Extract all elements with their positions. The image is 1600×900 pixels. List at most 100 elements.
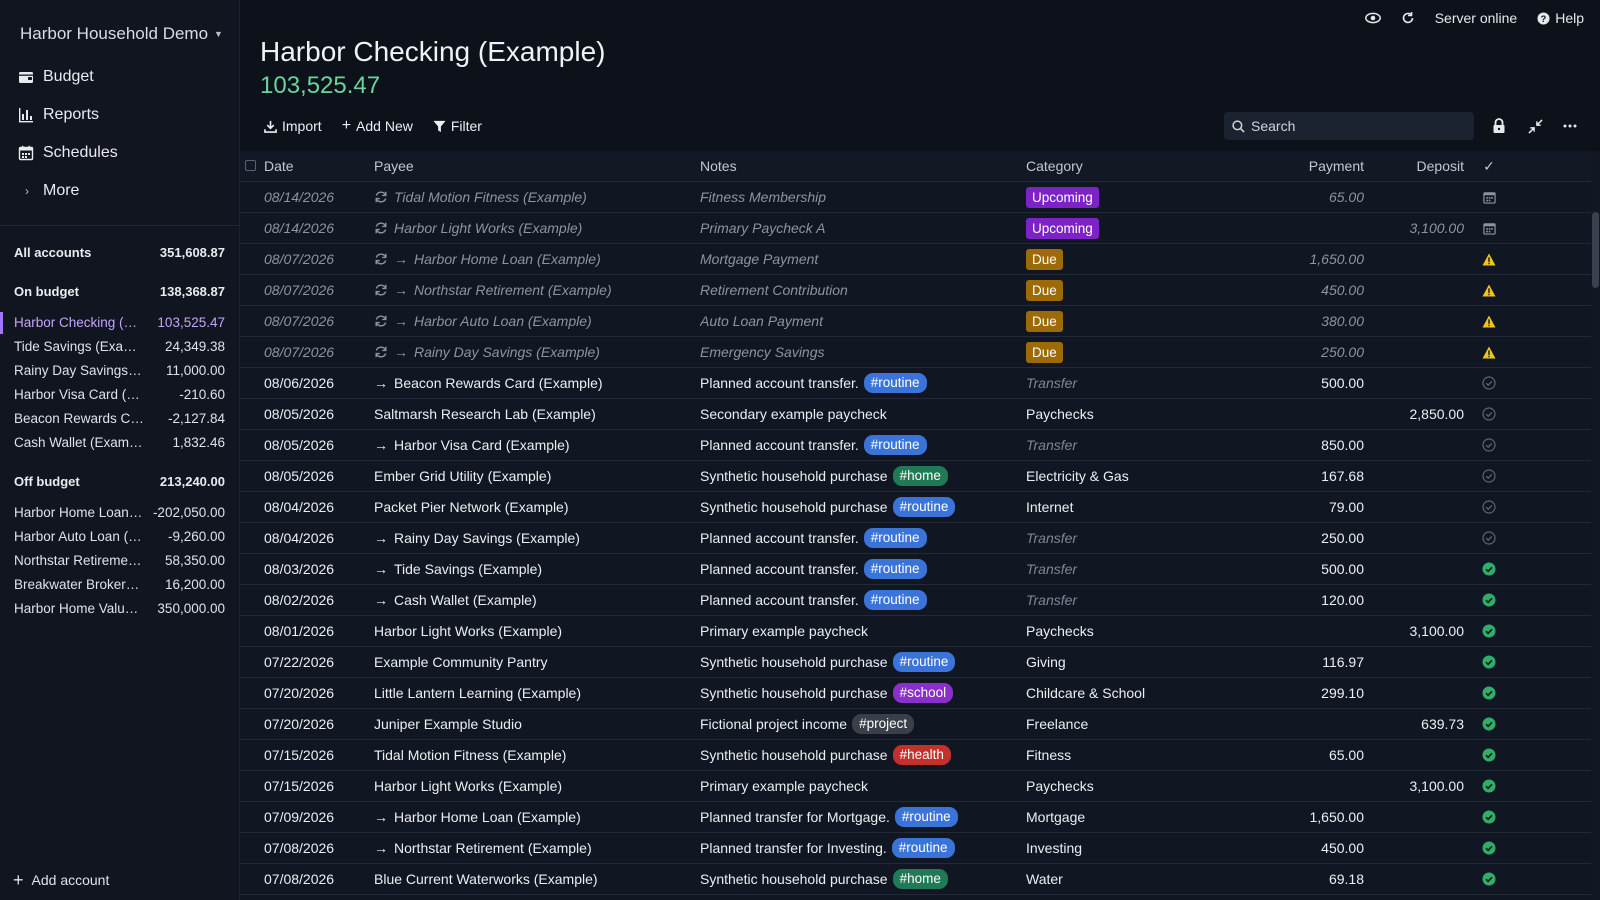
payee-cell[interactable]: Ember Grid Utility (Example) [374,468,700,484]
category-cell[interactable]: Due [1026,310,1226,332]
category-cell[interactable]: Due [1026,341,1226,363]
add-new-button[interactable]: + Add New [342,118,413,135]
category-cell[interactable]: Internet [1026,499,1226,515]
nav-reports[interactable]: Reports [18,106,99,124]
col-date[interactable]: Date [264,158,374,174]
payment-cell[interactable]: 69.18 [1226,871,1364,887]
tag-badge[interactable]: #routine [863,559,927,579]
cleared-cell[interactable] [1464,655,1514,669]
cleared-cell[interactable] [1464,500,1514,514]
table-row[interactable]: 08/02/2026 → Cash Wallet (Example) Planned … [240,585,1591,616]
date-cell[interactable]: 07/20/2026 [264,716,374,732]
table-row[interactable]: 07/20/2026 Juniper Example Studio Fictiona… [240,709,1591,740]
search-input[interactable] [1251,118,1461,134]
tag-badge[interactable]: #project [852,714,915,734]
deposit-cell[interactable]: 3,100.00 [1364,220,1465,236]
cleared-cell[interactable] [1464,407,1514,421]
payee-cell[interactable]: Harbor Light Works (Example) [374,220,700,236]
date-cell[interactable]: 08/14/2026 [264,189,374,205]
cleared-cell[interactable] [1464,717,1514,731]
notes-cell[interactable]: Emergency Savings [700,344,1026,360]
cleared-cell[interactable] [1464,531,1514,545]
notes-cell[interactable]: Auto Loan Payment [700,313,1026,329]
notes-cell[interactable]: Synthetic household purchase #home [700,869,1026,889]
account-rainy-day-savings[interactable]: Rainy Day Savings (Example) 11,000.00 [14,363,225,378]
privacy-toggle-button[interactable] [1364,12,1381,24]
table-row[interactable]: 08/05/2026 → Harbor Visa Card (Example) Pla… [240,430,1591,461]
nav-schedules[interactable]: Schedules [18,144,118,162]
deposit-cell[interactable]: 3,100.00 [1364,778,1465,794]
cleared-cell[interactable] [1464,284,1514,297]
date-cell[interactable]: 07/15/2026 [264,778,374,794]
collapse-button[interactable] [1526,117,1544,135]
tag-badge[interactable]: #routine [892,652,956,672]
category-cell[interactable]: Due [1026,279,1226,301]
notes-cell[interactable]: Primary example paycheck [700,623,1026,639]
date-cell[interactable]: 08/07/2026 [264,313,374,329]
payment-cell[interactable]: 250.00 [1226,530,1364,546]
deposit-cell[interactable]: 2,850.00 [1364,406,1465,422]
date-cell[interactable]: 08/05/2026 [264,437,374,453]
payment-cell[interactable]: 450.00 [1226,840,1364,856]
sync-button[interactable] [1401,11,1415,25]
date-cell[interactable]: 07/22/2026 [264,654,374,670]
table-row[interactable]: 07/08/2026 Blue Current Waterworks (Examp… [240,864,1591,895]
category-cell[interactable]: Due [1026,248,1226,270]
table-row[interactable]: 08/04/2026 → Rainy Day Savings (Example) Pl… [240,523,1591,554]
account-harbor-auto-loan[interactable]: Harbor Auto Loan (Example) -9,260.00 [14,529,225,544]
table-row[interactable]: 08/14/2026 Harbor Light Works (Example) Pr… [240,213,1591,244]
payee-cell[interactable]: Juniper Example Studio [374,716,700,732]
tag-badge[interactable]: #health [892,745,951,765]
deposit-cell[interactable]: 3,100.00 [1364,623,1465,639]
date-cell[interactable]: 08/06/2026 [264,375,374,391]
date-cell[interactable]: 08/03/2026 [264,561,374,577]
payee-cell[interactable]: Packet Pier Network (Example) [374,499,700,515]
payee-cell[interactable]: Tidal Motion Fitness (Example) [374,747,700,763]
payee-cell[interactable]: → Beacon Rewards Card (Example) [374,375,700,391]
date-cell[interactable]: 07/08/2026 [264,871,374,887]
account-northstar-retirement[interactable]: Northstar Retirement (Example) 58,350.00 [14,553,225,568]
account-balance-total[interactable]: 103,525.47 [260,72,380,100]
table-row[interactable]: 08/07/2026 → Rainy Day Savings (Example) Em… [240,337,1591,368]
cleared-cell[interactable] [1464,346,1514,359]
notes-cell[interactable]: Mortgage Payment [700,251,1026,267]
category-cell[interactable]: Giving [1026,654,1226,670]
date-cell[interactable]: 07/08/2026 [264,840,374,856]
payment-cell[interactable]: 120.00 [1226,592,1364,608]
all-accounts-row[interactable]: All accounts 351,608.87 [14,245,225,260]
notes-cell[interactable]: Fictional project income #project [700,714,1026,734]
payee-cell[interactable]: Harbor Light Works (Example) [374,623,700,639]
payment-cell[interactable]: 167.68 [1226,468,1364,484]
payment-cell[interactable]: 65.00 [1226,747,1364,763]
category-cell[interactable]: Transfer [1026,530,1226,546]
category-cell[interactable]: Paychecks [1026,623,1226,639]
table-row[interactable]: 07/22/2026 Example Community Pantry Synthe… [240,647,1591,678]
account-cash-wallet[interactable]: Cash Wallet (Example) 1,832.46 [14,435,225,450]
select-all-checkbox-cell[interactable] [240,158,264,174]
server-status[interactable]: Server online [1435,10,1518,26]
category-cell[interactable]: Water [1026,871,1226,887]
date-cell[interactable]: 08/05/2026 [264,406,374,422]
table-row[interactable]: 08/06/2026 → Beacon Rewards Card (Example)… [240,368,1591,399]
account-harbor-visa[interactable]: Harbor Visa Card (Example) -210.60 [14,387,225,402]
cleared-cell[interactable] [1464,469,1514,483]
budget-name-menu[interactable]: Harbor Household Demo ▼ [20,24,223,44]
date-cell[interactable]: 08/04/2026 [264,530,374,546]
col-payee[interactable]: Payee [374,158,700,174]
cleared-cell[interactable] [1464,253,1514,266]
cleared-cell[interactable] [1464,686,1514,700]
payee-cell[interactable]: → Harbor Auto Loan (Example) [374,313,700,329]
date-cell[interactable]: 08/07/2026 [264,282,374,298]
scrollbar-thumb[interactable] [1592,212,1599,288]
cleared-cell[interactable] [1464,222,1514,235]
payee-cell[interactable]: → Rainy Day Savings (Example) [374,530,700,546]
payment-cell[interactable]: 299.10 [1226,685,1364,701]
payee-cell[interactable]: → Rainy Day Savings (Example) [374,344,700,360]
payment-cell[interactable]: 79.00 [1226,499,1364,515]
date-cell[interactable]: 07/20/2026 [264,685,374,701]
table-row[interactable]: 08/07/2026 → Harbor Auto Loan (Example) Aut… [240,306,1591,337]
nav-more[interactable]: › More [20,182,79,200]
date-cell[interactable]: 08/14/2026 [264,220,374,236]
category-cell[interactable]: Fitness [1026,747,1226,763]
notes-cell[interactable]: Planned account transfer. #routine [700,373,1026,393]
